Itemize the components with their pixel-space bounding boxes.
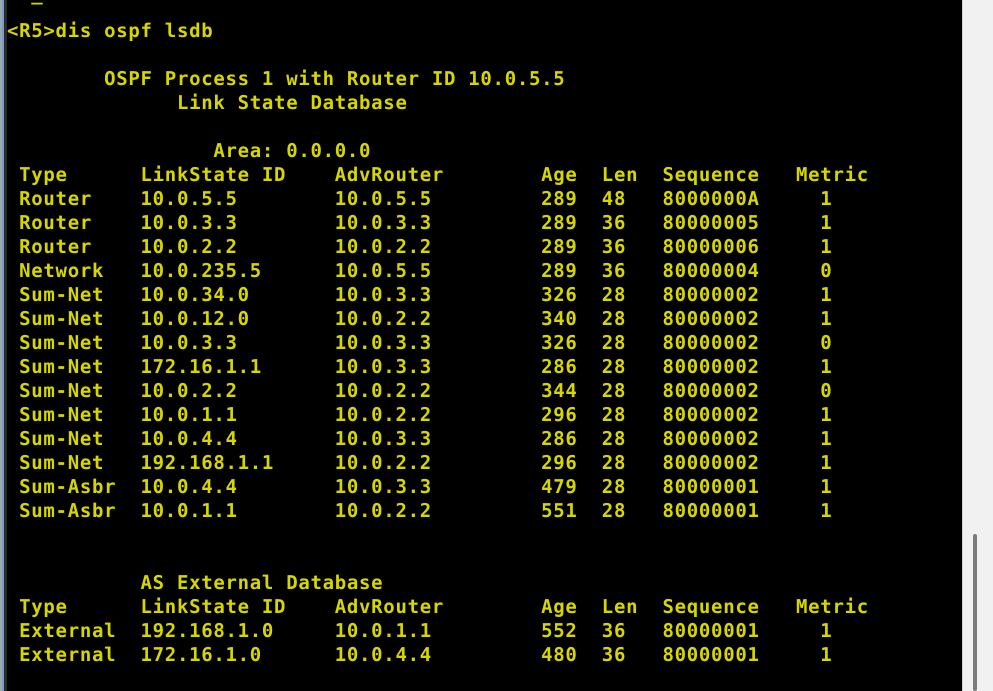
scrollbar-thumb[interactable] <box>973 534 977 691</box>
table-row: Router 10.0.3.3 10.0.3.3 289 36 80000005… <box>7 212 833 234</box>
table-row: Sum-Net 10.0.34.0 10.0.3.3 326 28 800000… <box>7 284 833 306</box>
clipped-previous-line: _ <box>7 0 962 6</box>
console-screen[interactable]: _ <R5>dis ospf lsdb OSPF Process 1 with … <box>7 0 962 691</box>
scroll-gutter <box>962 0 993 691</box>
area-table-header: Type LinkState ID AdvRouter Age Len Sequ… <box>7 164 869 186</box>
table-row: Router 10.0.2.2 10.0.2.2 289 36 80000006… <box>7 236 833 258</box>
command-line[interactable]: <R5>dis ospf lsdb <box>7 19 962 43</box>
table-row: Network 10.0.235.5 10.0.5.5 289 36 80000… <box>7 260 833 282</box>
as-external-database-header: AS External Database <box>7 572 384 594</box>
area-label: Area: 0.0.0.0 <box>7 140 372 162</box>
link-state-database-header: Link State Database <box>7 92 408 114</box>
table-row: Sum-Asbr 10.0.4.4 10.0.3.3 479 28 800000… <box>7 476 833 498</box>
table-row: External 172.16.1.0 10.0.4.4 480 36 8000… <box>7 644 833 666</box>
table-row: Router 10.0.5.5 10.0.5.5 289 48 8000000A… <box>7 188 833 210</box>
external-table-header: Type LinkState ID AdvRouter Age Len Sequ… <box>7 596 869 618</box>
terminal-window: _ <R5>dis ospf lsdb OSPF Process 1 with … <box>0 0 993 691</box>
table-row: External 192.168.1.0 10.0.1.1 552 36 800… <box>7 620 833 642</box>
table-row: Sum-Net 10.0.12.0 10.0.2.2 340 28 800000… <box>7 308 833 330</box>
table-row: Sum-Net 10.0.2.2 10.0.2.2 344 28 8000000… <box>7 380 833 402</box>
console-output: <R5>dis ospf lsdb OSPF Process 1 with Ro… <box>7 19 962 691</box>
table-row: Sum-Net 10.0.4.4 10.0.3.3 286 28 8000000… <box>7 428 833 450</box>
table-row: Sum-Asbr 10.0.1.1 10.0.2.2 551 28 800000… <box>7 500 833 522</box>
table-row: Sum-Net 10.0.1.1 10.0.2.2 296 28 8000000… <box>7 404 833 426</box>
ospf-process-header: OSPF Process 1 with Router ID 10.0.5.5 <box>7 68 566 90</box>
table-row: Sum-Net 172.16.1.1 10.0.3.3 286 28 80000… <box>7 356 833 378</box>
table-row: Sum-Net 10.0.3.3 10.0.3.3 326 28 8000000… <box>7 332 833 354</box>
table-row: Sum-Net 192.168.1.1 10.0.2.2 296 28 8000… <box>7 452 833 474</box>
